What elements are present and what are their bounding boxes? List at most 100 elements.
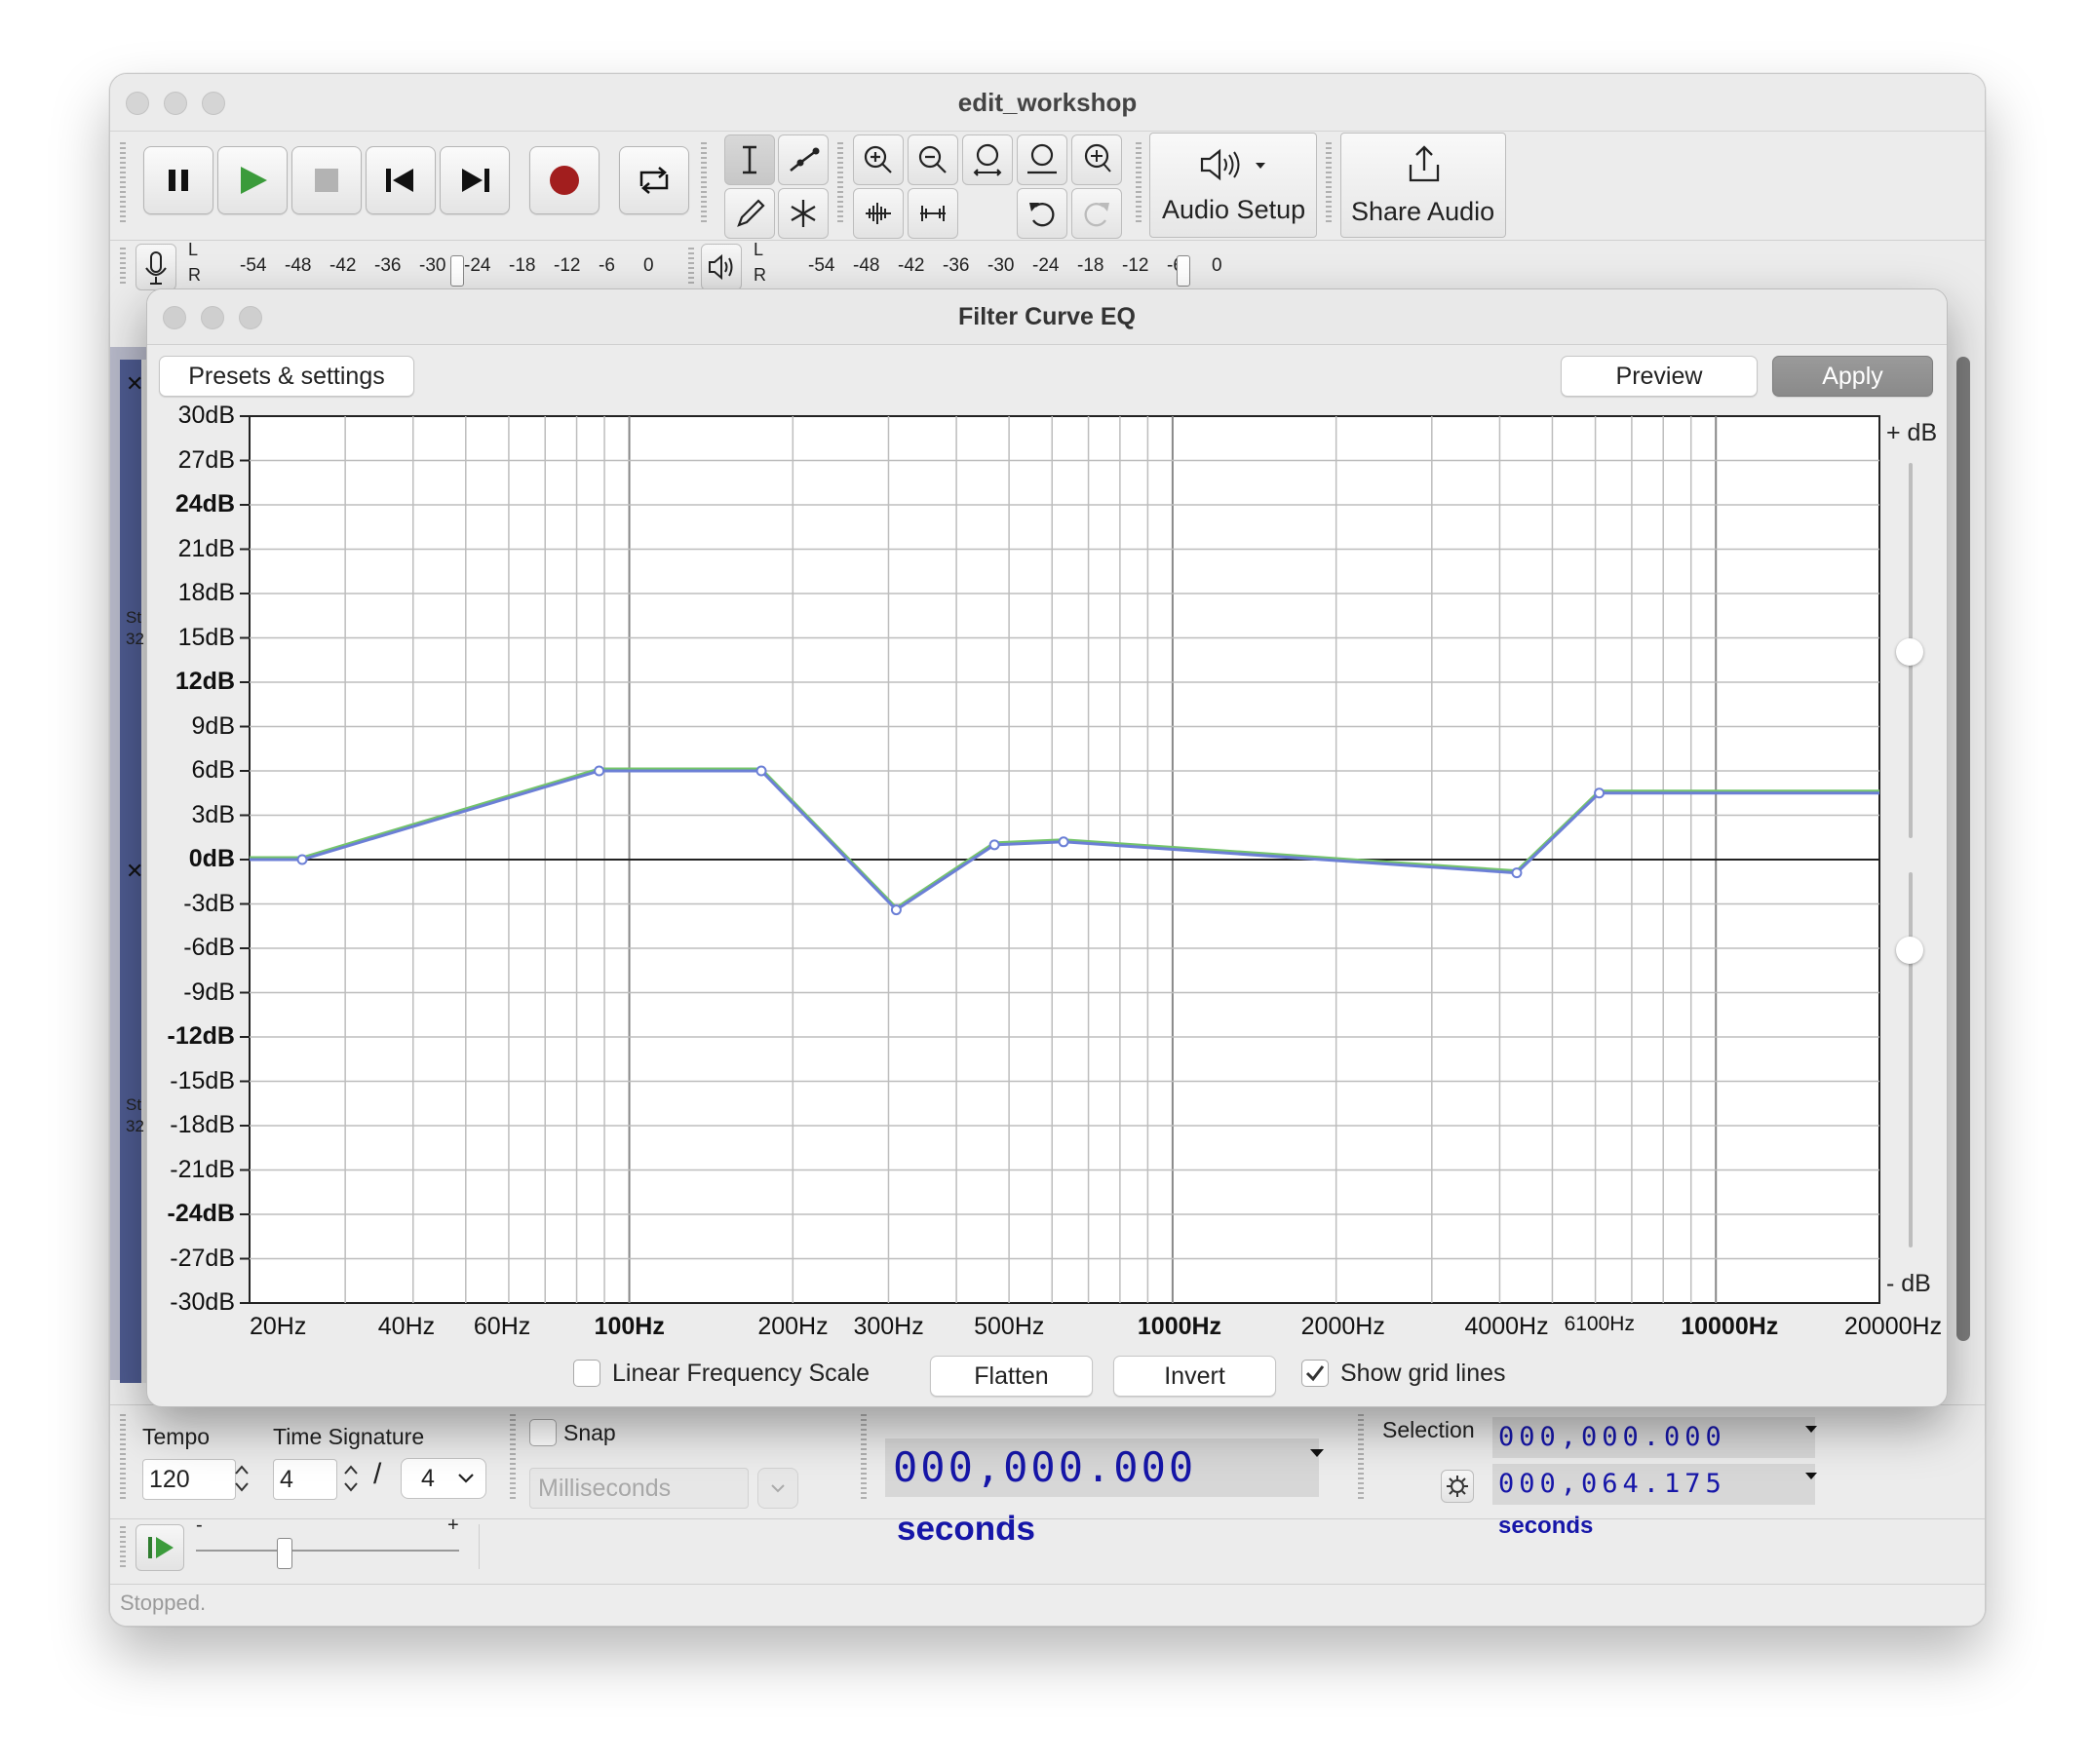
meter-tick-label: 0 bbox=[1212, 255, 1222, 276]
gear-icon bbox=[1447, 1476, 1468, 1497]
envelope-icon bbox=[790, 147, 820, 172]
snap-unit-select[interactable]: Milliseconds bbox=[529, 1468, 749, 1509]
zoom-toggle-icon bbox=[1084, 143, 1111, 173]
show-grid-lines-checkbox[interactable] bbox=[1301, 1360, 1329, 1387]
fit-project-button[interactable] bbox=[1017, 134, 1067, 185]
toolbar-grip[interactable] bbox=[120, 142, 126, 225]
selection-end-value: 000,064.175 bbox=[1498, 1469, 1726, 1499]
redo-button[interactable] bbox=[1071, 188, 1122, 239]
play-at-speed-button[interactable] bbox=[135, 1524, 184, 1571]
eq-curve-graph[interactable] bbox=[147, 289, 1947, 1406]
silence-audio-icon bbox=[920, 206, 946, 221]
meter-tick-label: -12 bbox=[1122, 255, 1149, 276]
linear-frequency-label: Linear Frequency Scale bbox=[612, 1360, 871, 1387]
speaker-icon bbox=[1200, 148, 1265, 181]
selection-start-dropdown[interactable] bbox=[1804, 1423, 1818, 1440]
stop-button[interactable] bbox=[291, 146, 362, 214]
loop-button[interactable] bbox=[619, 146, 689, 214]
pause-button[interactable] bbox=[143, 146, 213, 214]
record-meter-grip[interactable] bbox=[120, 248, 126, 287]
fit-selection-button[interactable] bbox=[962, 134, 1013, 185]
caret-down-icon bbox=[1805, 1426, 1817, 1433]
flatten-button[interactable]: Flatten bbox=[930, 1356, 1093, 1397]
zoom-out-icon bbox=[918, 145, 947, 173]
min-db-slider-track[interactable] bbox=[1909, 872, 1913, 1247]
share-audio-label: Share Audio bbox=[1351, 197, 1495, 226]
zoom-in-button[interactable] bbox=[853, 134, 904, 185]
time-display[interactable]: 000,000.000 seconds bbox=[885, 1438, 1319, 1548]
loop-icon bbox=[639, 167, 669, 194]
asterisk-icon bbox=[791, 200, 816, 227]
play-button[interactable] bbox=[217, 146, 288, 214]
audio-setup-label: Audio Setup bbox=[1162, 195, 1306, 224]
record-icon bbox=[550, 166, 579, 195]
meter-tick-label: -24 bbox=[464, 255, 491, 276]
time-sig-denominator[interactable]: 4 bbox=[401, 1458, 486, 1499]
play-speed-slider-track[interactable] bbox=[196, 1550, 459, 1552]
window-title: edit_workshop bbox=[957, 88, 1138, 117]
record-button[interactable] bbox=[529, 146, 600, 214]
time-sig-numerator[interactable]: 4 bbox=[273, 1459, 337, 1500]
envelope-tool[interactable] bbox=[778, 134, 829, 185]
record-volume-slider-thumb[interactable] bbox=[450, 255, 464, 287]
play-meter-grip[interactable] bbox=[688, 248, 694, 287]
max-db-slider-thumb[interactable] bbox=[1896, 638, 1923, 666]
snap-checkbox[interactable] bbox=[529, 1419, 557, 1446]
track-close-1[interactable]: ✕ bbox=[126, 371, 143, 397]
eq-control-point bbox=[988, 839, 1000, 851]
time-format-dropdown[interactable] bbox=[1309, 1446, 1325, 1465]
selection-start-display[interactable]: 000,000.000 seconds bbox=[1492, 1417, 1815, 1492]
selection-end-display[interactable]: 000,064.175 seconds bbox=[1492, 1464, 1815, 1539]
tools-grip[interactable] bbox=[701, 142, 707, 225]
selection-settings-button[interactable] bbox=[1441, 1470, 1474, 1503]
tempo-input[interactable]: 120 bbox=[142, 1459, 236, 1500]
status-text: Stopped. bbox=[120, 1591, 207, 1615]
play-at-speed-icon bbox=[148, 1537, 174, 1558]
numerator-stepper[interactable] bbox=[340, 1459, 362, 1498]
audio-setup-button[interactable]: Audio Setup bbox=[1149, 133, 1317, 238]
invert-button[interactable]: Invert bbox=[1113, 1356, 1276, 1397]
multi-tool[interactable] bbox=[778, 188, 829, 239]
selection-grip[interactable] bbox=[1358, 1414, 1364, 1502]
selection-tool[interactable] bbox=[724, 134, 775, 185]
record-meter-button[interactable] bbox=[135, 244, 176, 290]
tempo-stepper[interactable] bbox=[231, 1459, 252, 1498]
silence-button[interactable] bbox=[908, 188, 958, 239]
zoom-toggle-button[interactable] bbox=[1071, 134, 1122, 185]
time-sig-grip[interactable] bbox=[120, 1414, 126, 1502]
share-icon bbox=[1409, 145, 1440, 182]
zoom-out-button[interactable] bbox=[908, 134, 958, 185]
meter-tick-label: 0 bbox=[643, 255, 654, 276]
snap-dropdown-button[interactable] bbox=[757, 1468, 798, 1509]
play-speed-slider-thumb[interactable] bbox=[277, 1538, 292, 1569]
play-at-speed-grip[interactable] bbox=[120, 1526, 126, 1570]
linear-frequency-checkbox[interactable] bbox=[573, 1360, 600, 1387]
audio-setup-grip[interactable] bbox=[1136, 142, 1142, 225]
edit-grip[interactable] bbox=[837, 142, 843, 225]
skip-to-start-button[interactable] bbox=[366, 146, 436, 214]
plus-db-label: + dB bbox=[1886, 419, 1938, 446]
snap-grip[interactable] bbox=[510, 1414, 516, 1502]
snap-unit-value: Milliseconds bbox=[538, 1475, 672, 1502]
minus-db-label: - dB bbox=[1886, 1270, 1931, 1297]
draw-tool[interactable] bbox=[724, 188, 775, 239]
redo-icon bbox=[1084, 203, 1109, 227]
play-volume-slider-thumb[interactable] bbox=[1177, 255, 1190, 287]
play-meter-button[interactable] bbox=[701, 244, 742, 290]
trim-audio-icon bbox=[866, 203, 891, 224]
trim-button[interactable] bbox=[853, 188, 904, 239]
meter-tick-label: -30 bbox=[419, 255, 446, 276]
skip-to-end-button[interactable] bbox=[440, 146, 510, 214]
min-db-slider-thumb[interactable] bbox=[1896, 937, 1923, 964]
vertical-scrollbar-thumb[interactable] bbox=[1956, 357, 1970, 1341]
selection-end-dropdown[interactable] bbox=[1804, 1470, 1818, 1487]
track-close-2[interactable]: ✕ bbox=[126, 859, 143, 884]
undo-button[interactable] bbox=[1017, 188, 1067, 239]
meter-tick-label: -12 bbox=[554, 255, 581, 276]
eq-control-point bbox=[1594, 787, 1606, 799]
share-grip[interactable] bbox=[1326, 142, 1332, 225]
share-audio-button[interactable]: Share Audio bbox=[1340, 133, 1506, 238]
meter-tick-label: -30 bbox=[987, 255, 1015, 276]
meter-tick-label: -18 bbox=[509, 255, 536, 276]
time-grip[interactable] bbox=[861, 1414, 867, 1502]
